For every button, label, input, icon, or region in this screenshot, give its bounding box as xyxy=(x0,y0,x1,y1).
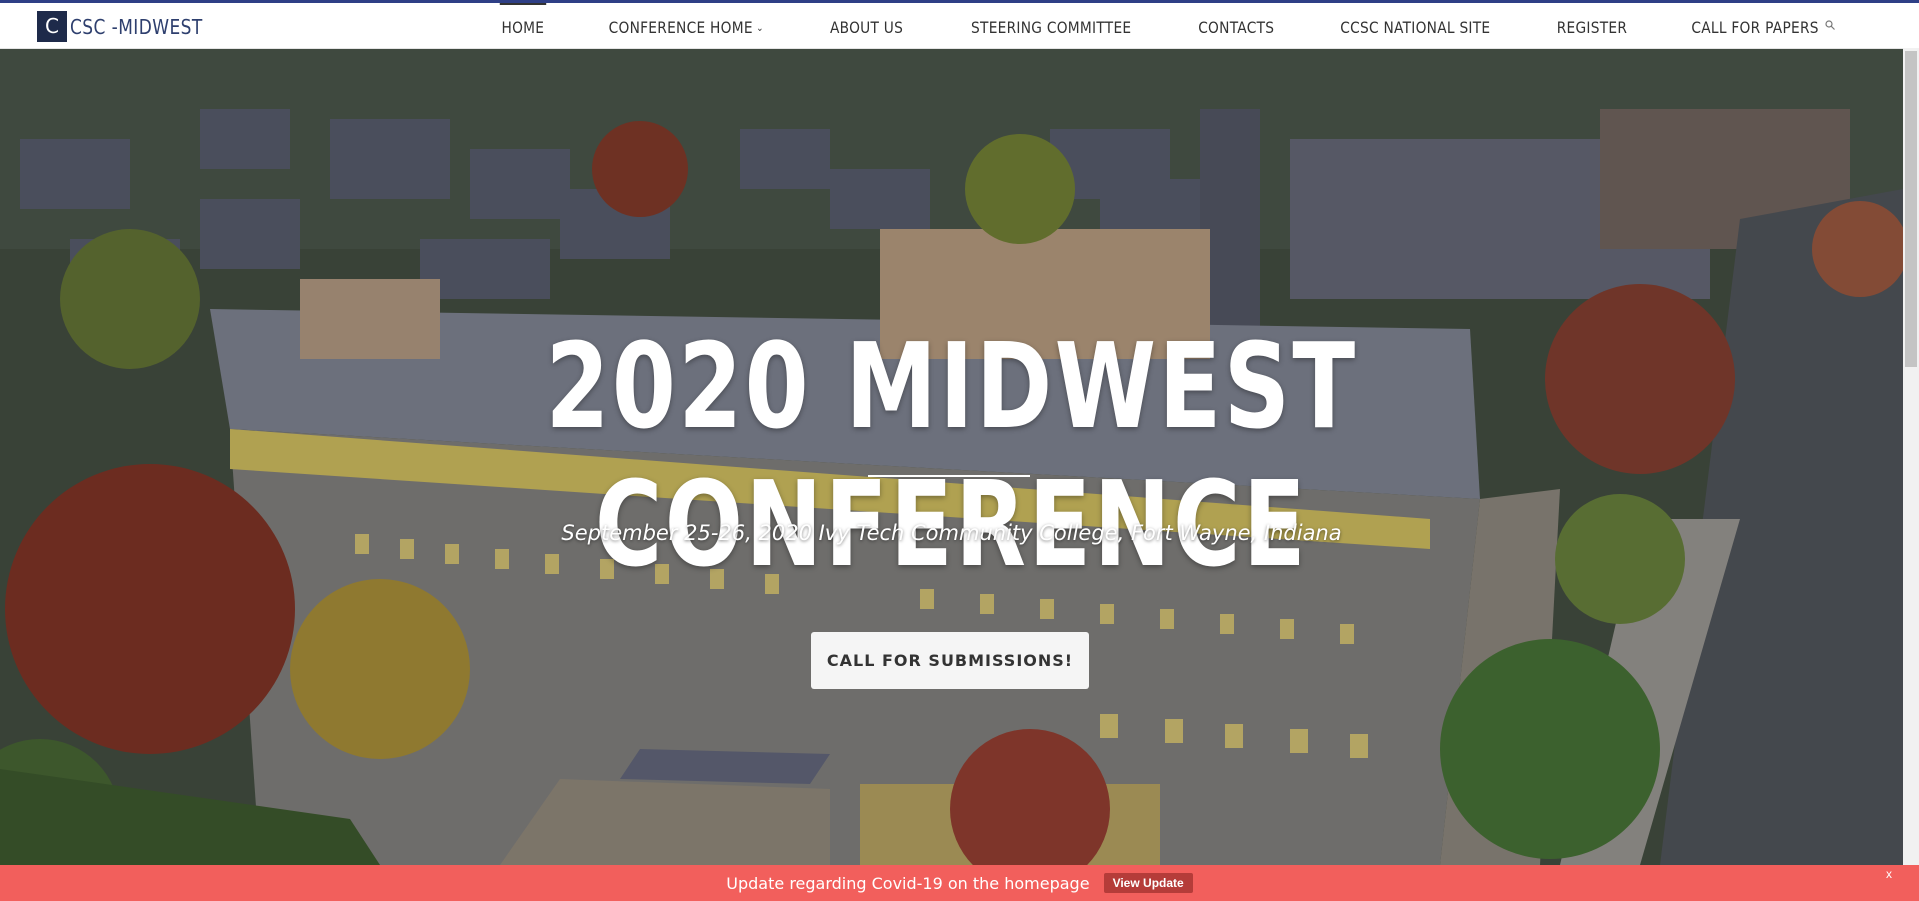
close-icon[interactable]: x xyxy=(1886,865,1892,883)
logo-text: CSC -MIDWEST xyxy=(70,14,203,39)
nav-label: ABOUT US xyxy=(830,18,904,37)
hero-section: 2020 MIDWEST CONFERENCE September 25-26,… xyxy=(0,49,1903,865)
nav-label: HOME xyxy=(501,18,545,37)
nav-label: REGISTER xyxy=(1556,18,1628,37)
nav-item-home[interactable]: HOME xyxy=(481,3,565,48)
page-scrollbar[interactable] xyxy=(1903,48,1919,901)
view-update-button[interactable]: View Update xyxy=(1103,873,1193,893)
hero-title: 2020 MIDWEST CONFERENCE xyxy=(545,317,1358,593)
search-icon[interactable] xyxy=(1825,20,1835,30)
scrollbar-thumb[interactable] xyxy=(1905,51,1917,367)
site-logo[interactable]: C CSC -MIDWEST xyxy=(37,11,226,42)
nav-item-steering-committee[interactable]: STEERING COMMITTEE xyxy=(950,3,1152,48)
nav-item-register[interactable]: REGISTER xyxy=(1536,3,1648,48)
main-nav: HOME CONFERENCE HOME ⌄ ABOUT US STEERING … xyxy=(474,3,1853,48)
hero-divider xyxy=(868,475,1030,477)
chevron-down-icon: ⌄ xyxy=(756,23,764,34)
nav-label: CALL FOR PAPERS xyxy=(1691,18,1819,37)
call-for-submissions-button[interactable]: CALL FOR SUBMISSIONS! xyxy=(811,632,1089,689)
nav-item-contacts[interactable]: CONTACTS xyxy=(1177,3,1294,48)
covid-notice-bar: Update regarding Covid-19 on the homepag… xyxy=(0,865,1919,901)
nav-label: CONFERENCE HOME xyxy=(608,18,753,37)
nav-item-conference-home[interactable]: CONFERENCE HOME ⌄ xyxy=(588,3,784,48)
nav-item-ccsc-national-site[interactable]: CCSC NATIONAL SITE xyxy=(1320,3,1511,48)
nav-label: STEERING COMMITTEE xyxy=(970,18,1131,37)
nav-label: CCSC NATIONAL SITE xyxy=(1340,18,1491,37)
logo-mark: C xyxy=(37,11,67,42)
covid-notice-text: Update regarding Covid-19 on the homepag… xyxy=(726,873,1090,893)
top-navbar: C CSC -MIDWEST HOME CONFERENCE HOME ⌄ ABO… xyxy=(0,3,1903,49)
nav-item-about-us[interactable]: ABOUT US xyxy=(810,3,924,48)
nav-label: CONTACTS xyxy=(1198,18,1275,37)
nav-item-call-for-papers[interactable]: CALL FOR PAPERS xyxy=(1671,3,1840,48)
hero-subtitle: September 25-26, 2020 Ivy Tech Community… xyxy=(561,521,1342,545)
